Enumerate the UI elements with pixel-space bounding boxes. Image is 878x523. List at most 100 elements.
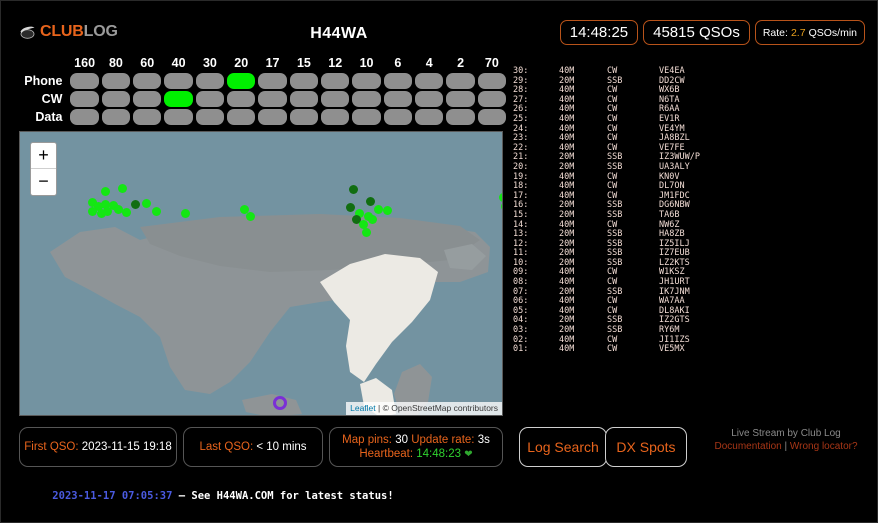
zoom-in-button[interactable]: + — [31, 143, 56, 169]
band-header-9: 10 — [359, 55, 374, 70]
band-cell-cw-4[interactable] — [415, 91, 444, 107]
band-cell-phone-15[interactable] — [289, 73, 319, 89]
band-cell-phone-4[interactable] — [415, 73, 444, 89]
band-header-4: 30 — [202, 55, 217, 70]
qso-map-pin[interactable] — [499, 193, 502, 202]
band-cell-data-15[interactable] — [289, 109, 319, 125]
qso-map-pin[interactable] — [374, 205, 383, 214]
update-rate-label: Update rate: — [411, 434, 475, 446]
qso-map-pin[interactable] — [383, 206, 392, 215]
footer-timestamp: 2023-11-17 07:05:37 — [52, 490, 173, 502]
band-cell-data-80[interactable] — [101, 109, 131, 125]
band-cell-cw-15[interactable] — [289, 91, 319, 107]
band-cell-data-6[interactable] — [383, 109, 413, 125]
band-cell-data-12[interactable] — [321, 109, 350, 125]
qso-map-pin[interactable] — [349, 185, 358, 194]
band-cell-cw-10[interactable] — [352, 91, 381, 107]
log-search-button[interactable]: Log Search — [519, 427, 607, 467]
band-cell-data-10[interactable] — [352, 109, 381, 125]
map-zoom-controls[interactable]: + − — [30, 142, 57, 196]
mode-row-cw: CW — [19, 91, 509, 107]
wrong-locator-link[interactable]: Wrong locator? — [790, 441, 858, 452]
qso-map-pin[interactable] — [101, 187, 110, 196]
footer-status: 2023-11-17 07:05:37 — See H44WA.COM for … — [27, 478, 394, 514]
qso-map-pin[interactable] — [366, 197, 375, 206]
log-cell-index: 01: — [513, 344, 529, 355]
zoom-out-button[interactable]: − — [31, 169, 56, 195]
band-header-13: 70 — [484, 55, 499, 70]
band-cell-cw-70[interactable] — [477, 91, 507, 107]
qso-map-pin[interactable] — [103, 207, 112, 216]
band-cell-phone-17[interactable] — [258, 73, 287, 89]
qso-map-pin[interactable] — [118, 184, 127, 193]
update-rate-value: 3s — [477, 434, 490, 446]
band-header-0: 160 — [74, 55, 96, 70]
qso-map[interactable]: + − Leaflet | © OpenStreetMap contributo… — [19, 131, 503, 416]
mode-row-phone: Phone — [19, 73, 509, 89]
qso-map-pin[interactable] — [346, 203, 355, 212]
band-cell-phone-12[interactable] — [321, 73, 350, 89]
band-cell-phone-20[interactable] — [227, 73, 256, 89]
band-cell-data-4[interactable] — [415, 109, 444, 125]
qso-map-pin[interactable] — [362, 228, 371, 237]
band-cell-phone-30[interactable] — [195, 73, 225, 89]
band-cell-data-30[interactable] — [195, 109, 225, 125]
band-header-row: 160 80 60 40 30 20 17 15 12 10 6 4 2 70 — [19, 54, 509, 71]
band-cell-cw-40[interactable] — [164, 91, 193, 107]
band-cell-data-70[interactable] — [477, 109, 507, 125]
band-cell-cw-60[interactable] — [133, 91, 162, 107]
heartbeat-value: 14:48:23 — [416, 448, 462, 460]
band-cell-phone-6[interactable] — [383, 73, 413, 89]
band-header-3: 40 — [171, 55, 186, 70]
band-cell-phone-160[interactable] — [70, 73, 99, 89]
band-cell-phone-60[interactable] — [133, 73, 162, 89]
band-cell-data-40[interactable] — [164, 109, 193, 125]
map-tiles — [20, 132, 502, 415]
rate-unit: QSOs/min — [808, 26, 857, 39]
dx-spots-button[interactable]: DX Spots — [605, 427, 687, 467]
qso-map-pin[interactable] — [246, 212, 255, 221]
leaflet-link[interactable]: Leaflet — [350, 403, 376, 413]
band-cell-cw-30[interactable] — [195, 91, 225, 107]
documentation-link[interactable]: Documentation — [714, 441, 781, 452]
band-cell-phone-2[interactable] — [446, 73, 475, 89]
recent-qso-log: 30: 40M CW VE4EA 29: 20M SSB DD2CW 28: 40M CW WX6B 2… — [513, 66, 863, 357]
qso-map-pin[interactable] — [181, 209, 190, 218]
log-row: 01: 40M CW VE5MX — [513, 345, 863, 355]
mode-label-cw: CW — [41, 92, 63, 106]
qso-map-pin[interactable] — [122, 208, 131, 217]
last-qso-label: Last QSO: — [199, 441, 254, 453]
band-cell-data-160[interactable] — [70, 109, 99, 125]
band-cell-data-20[interactable] — [227, 109, 256, 125]
band-cell-data-2[interactable] — [446, 109, 475, 125]
band-cell-phone-40[interactable] — [164, 73, 193, 89]
home-station-marker[interactable] — [273, 396, 287, 410]
band-cell-data-17[interactable] — [258, 109, 287, 125]
last-qso-value: < 10 mins — [256, 441, 307, 453]
first-qso-panel: First QSO: 2023-11-15 19:18 — [19, 427, 177, 467]
band-header-12: 2 — [457, 55, 465, 70]
band-cell-phone-70[interactable] — [477, 73, 507, 89]
band-cell-cw-12[interactable] — [321, 91, 350, 107]
qso-map-pin[interactable] — [142, 199, 151, 208]
qso-map-pin[interactable] — [131, 200, 140, 209]
heartbeat-label: Heartbeat: — [359, 448, 414, 460]
band-cell-cw-80[interactable] — [101, 91, 131, 107]
band-header-1: 80 — [108, 55, 123, 70]
band-cell-cw-2[interactable] — [446, 91, 475, 107]
map-attribution: Leaflet | © OpenStreetMap contributors — [346, 402, 502, 415]
mode-rows: Phone CW Data — [19, 73, 509, 125]
band-cell-cw-20[interactable] — [227, 91, 256, 107]
heart-icon: ❤ — [464, 449, 473, 460]
band-cell-cw-17[interactable] — [258, 91, 287, 107]
band-cell-cw-160[interactable] — [70, 91, 99, 107]
band-cell-cw-6[interactable] — [383, 91, 413, 107]
qso-map-pin[interactable] — [152, 207, 161, 216]
band-cell-phone-10[interactable] — [352, 73, 381, 89]
qso-map-pin[interactable] — [88, 207, 97, 216]
footer-message: — See H44WA.COM for latest status! — [172, 490, 394, 502]
qso-map-pin[interactable] — [368, 215, 377, 224]
band-cell-data-60[interactable] — [133, 109, 162, 125]
qso-map-pin[interactable] — [501, 202, 502, 211]
band-cell-phone-80[interactable] — [101, 73, 131, 89]
